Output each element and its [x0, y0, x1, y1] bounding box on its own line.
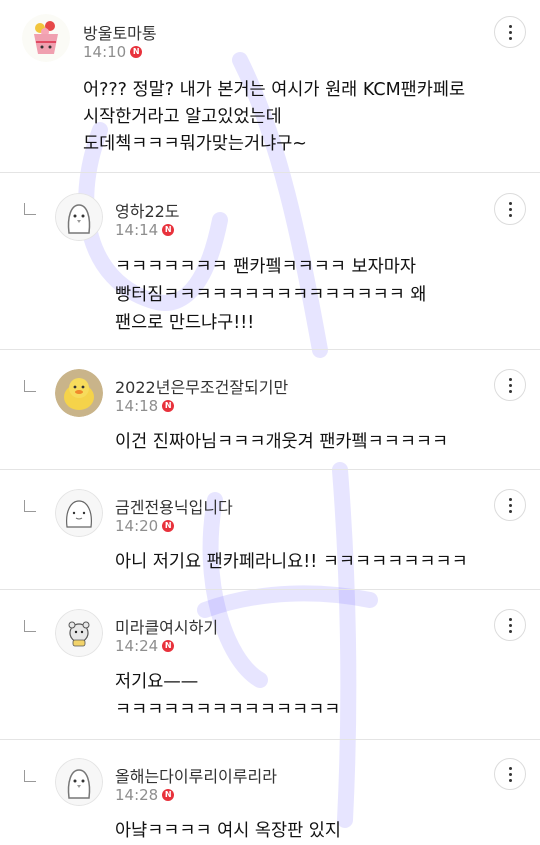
- comment-meta: 14:10 N: [83, 43, 143, 61]
- new-badge: N: [162, 224, 175, 236]
- comment-text-line: ㅋㅋㅋㅋㅋㅋㅋ 팬카펰ㅋㅋㅋㅋ 보자마자: [115, 257, 416, 277]
- new-badge: N: [162, 640, 175, 652]
- comment-text-line: 이건 진짜아님ㅋㅋㅋ개웃겨 팬카펰ㅋㅋㅋㅋㅋ: [115, 432, 449, 452]
- comment-nickname[interactable]: 방울토마통: [83, 20, 157, 44]
- more-options-button[interactable]: [494, 193, 526, 225]
- avatar[interactable]: [55, 489, 103, 537]
- more-options-button[interactable]: [494, 758, 526, 790]
- comment-meta: 14:18 N: [115, 397, 175, 415]
- reply-arrow-icon: [24, 500, 36, 512]
- more-options-button[interactable]: [494, 16, 526, 48]
- comment-text-line: 아냨ㅋㅋㅋㅋ 여시 옥장판 있지: [115, 821, 341, 841]
- small-animal-avatar-icon: [55, 609, 103, 657]
- comment-text-line: 팬으로 만드냐구!!!: [115, 313, 255, 333]
- new-badge: N: [162, 789, 175, 801]
- sketch-face-avatar-icon: [55, 489, 103, 537]
- comment-item: 방울토마통 14:10 N 어??? 정말? 내가 본거는 여시가 원래 KCM…: [0, 0, 540, 170]
- comment-text-line: 빵터짐ㅋㅋㅋㅋㅋㅋㅋㅋㅋㅋㅋㅋㅋㅋㅋ 왜: [115, 285, 427, 305]
- comment-text-line: 저기요——: [115, 672, 199, 692]
- more-options-button[interactable]: [494, 369, 526, 401]
- avatar[interactable]: [55, 193, 103, 241]
- reply-comment-item: 올해는다이루리이루리라 14:28 N 아냨ㅋㅋㅋㅋ 여시 옥장판 있지: [0, 740, 540, 845]
- comment-nickname[interactable]: 2022년은무조건잘되기만: [115, 374, 288, 398]
- comment-time: 14:28: [115, 786, 159, 804]
- comment-time: 14:24: [115, 637, 159, 655]
- new-badge: N: [162, 400, 175, 412]
- comment-meta: 14:20 N: [115, 517, 175, 535]
- reply-comment-item: 2022년은무조건잘되기만 14:18 N 이건 진짜아님ㅋㅋㅋ개웃겨 팬카펰ㅋ…: [0, 350, 540, 468]
- comment-text-line: 시작한거라고 알고있었는데: [83, 107, 282, 127]
- comment-text-line: ㅋㅋㅋㅋㅋㅋㅋㅋㅋㅋㅋㅋㅋㅋ: [115, 700, 341, 720]
- comment-meta: 14:28 N: [115, 786, 175, 804]
- comment-meta: 14:24 N: [115, 637, 175, 655]
- reply-arrow-icon: [24, 380, 36, 392]
- grey-penguin-avatar-icon: [55, 758, 103, 806]
- comment-text-line: 도데첵ㅋㅋㅋ뭐가맞는거냐구~: [83, 134, 307, 154]
- comment-meta: 14:14 N: [115, 221, 175, 239]
- comment-nickname[interactable]: 올해는다이루리이루리라: [115, 763, 277, 787]
- reply-arrow-icon: [24, 770, 36, 782]
- reply-arrow-icon: [24, 203, 36, 215]
- comment-time: 14:14: [115, 221, 159, 239]
- avatar[interactable]: [55, 758, 103, 806]
- comment-nickname[interactable]: 미라클여시하기: [115, 614, 218, 638]
- new-badge: N: [162, 520, 175, 532]
- comment-time: 14:18: [115, 397, 159, 415]
- reply-comment-item: 금겐전용닉입니다 14:20 N 아니 저기요 팬카페라니요!! ㅋㅋㅋㅋㅋㅋㅋ…: [0, 470, 540, 588]
- reply-comment-item: 영하22도 14:14 N ㅋㅋㅋㅋㅋㅋㅋ 팬카펰ㅋㅋㅋㅋ 보자마자 빵터짐ㅋㅋ…: [0, 173, 540, 349]
- more-options-button[interactable]: [494, 489, 526, 521]
- avatar[interactable]: [22, 14, 70, 62]
- grey-penguin-avatar-icon: [55, 193, 103, 241]
- more-options-button[interactable]: [494, 609, 526, 641]
- comment-nickname[interactable]: 영하22도: [115, 198, 180, 222]
- avatar[interactable]: [55, 609, 103, 657]
- tomato-cup-avatar-icon: [22, 14, 70, 62]
- yellow-duck-avatar-icon: [55, 369, 103, 417]
- avatar[interactable]: [55, 369, 103, 417]
- new-badge: N: [130, 46, 143, 58]
- comment-time: 14:20: [115, 517, 159, 535]
- comment-text-line: 아니 저기요 팬카페라니요!! ㅋㅋㅋㅋㅋㅋㅋㅋㅋ: [115, 552, 468, 572]
- comment-text-line: 어??? 정말? 내가 본거는 여시가 원래 KCM팬카페로: [83, 80, 466, 100]
- comment-nickname[interactable]: 금겐전용닉입니다: [115, 494, 233, 518]
- reply-arrow-icon: [24, 620, 36, 632]
- reply-comment-item: 미라클여시하기 14:24 N 저기요—— ㅋㅋㅋㅋㅋㅋㅋㅋㅋㅋㅋㅋㅋㅋ: [0, 590, 540, 738]
- comment-time: 14:10: [83, 43, 127, 61]
